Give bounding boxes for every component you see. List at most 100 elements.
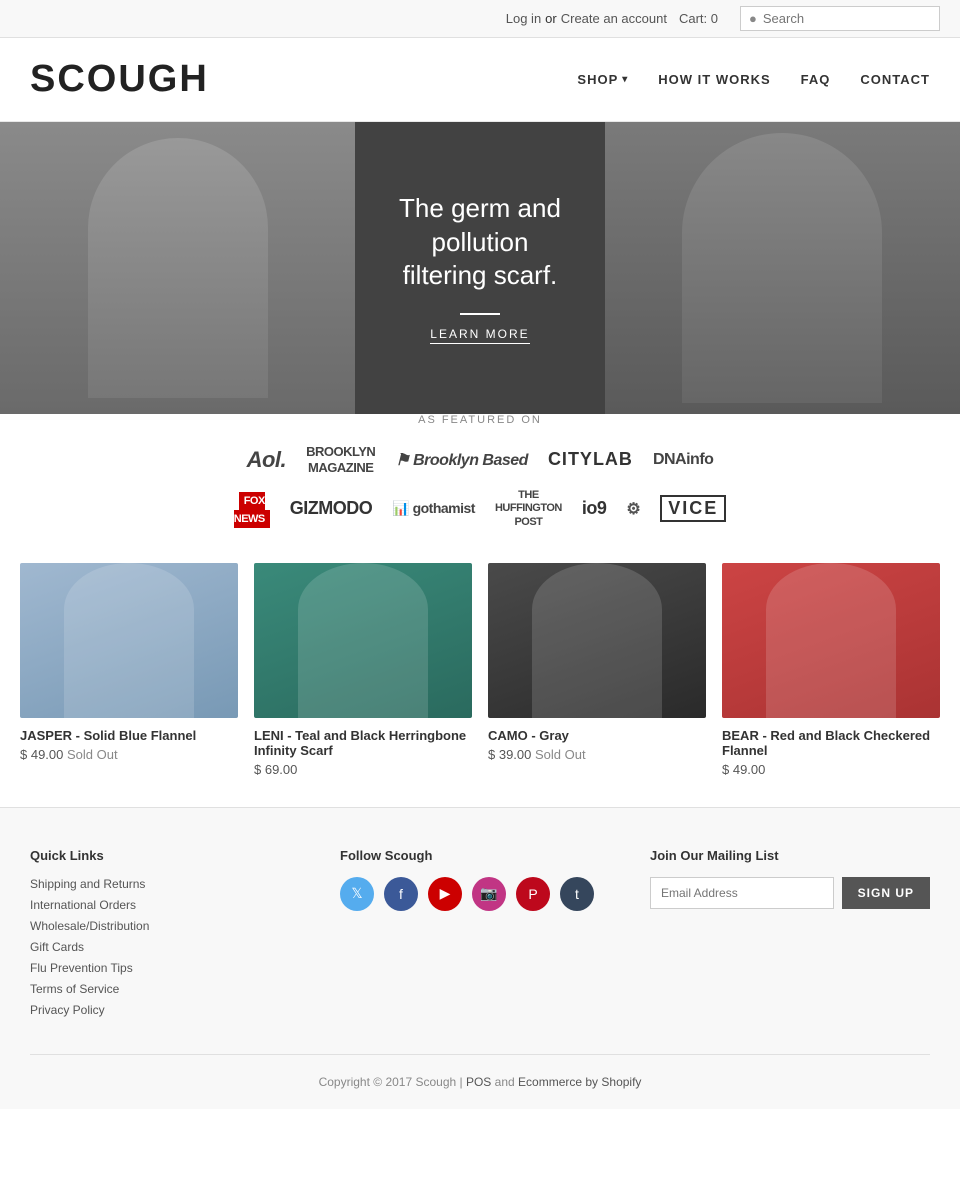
login-link[interactable]: Log in bbox=[506, 11, 541, 26]
product-image-bear bbox=[722, 563, 940, 718]
hero-panel-middle: The germ and pollution filtering scarf. … bbox=[355, 122, 605, 414]
product-soldout-jasper: Sold Out bbox=[67, 747, 118, 762]
quick-links-title: Quick Links bbox=[30, 848, 310, 863]
hero-divider bbox=[460, 313, 500, 315]
logo-dnainfo: DNAinfo bbox=[653, 451, 713, 469]
logos-row-1: Aol. BROOKLYNMAGAZINE ⚑ Brooklyn Based C… bbox=[30, 444, 930, 475]
mailing-form: SIGN UP bbox=[650, 877, 930, 909]
hero-headline-line3: filtering scarf. bbox=[403, 260, 558, 290]
product-figure bbox=[298, 563, 429, 718]
footer-link-terms[interactable]: Terms of Service bbox=[30, 982, 310, 996]
logo-citylab: CITYLAB bbox=[548, 449, 633, 470]
shopify-link[interactable]: Ecommerce by Shopify bbox=[518, 1075, 641, 1089]
follow-title: Follow Scough bbox=[340, 848, 620, 863]
product-card-leni[interactable]: LENI - Teal and Black Herringbone Infini… bbox=[254, 563, 472, 777]
hero-headline-line2: pollution bbox=[432, 227, 529, 257]
facebook-icon[interactable]: f bbox=[384, 877, 418, 911]
instagram-icon[interactable]: 📷 bbox=[472, 877, 506, 911]
footer-link-flu[interactable]: Flu Prevention Tips bbox=[30, 961, 310, 975]
youtube-icon[interactable]: ▶ bbox=[428, 877, 462, 911]
footer-columns: Quick Links Shipping and Returns Interna… bbox=[30, 848, 930, 1024]
nav-shop[interactable]: SHOP ▾ bbox=[577, 72, 628, 87]
search-icon: ● bbox=[749, 11, 757, 26]
email-input[interactable] bbox=[650, 877, 834, 909]
product-image-jasper bbox=[20, 563, 238, 718]
footer-link-privacy[interactable]: Privacy Policy bbox=[30, 1003, 310, 1017]
footer-link-gift-cards[interactable]: Gift Cards bbox=[30, 940, 310, 954]
or-text: or bbox=[545, 11, 557, 26]
product-name-leni: LENI - Teal and Black Herringbone Infini… bbox=[254, 728, 472, 758]
product-soldout-camo: Sold Out bbox=[535, 747, 586, 762]
top-bar: Log in or Create an account Cart: 0 ● bbox=[0, 0, 960, 38]
logos-row-2: FOXNEWS GIZMODO 📊 gothamist THEHUFFINGTO… bbox=[30, 489, 930, 529]
logo-brooklyn-magazine: BROOKLYNMAGAZINE bbox=[306, 444, 375, 475]
cart-label: Cart: bbox=[679, 11, 707, 26]
logo-fox-news: FOXNEWS bbox=[234, 491, 270, 527]
product-name-camo: CAMO - Gray bbox=[488, 728, 706, 743]
product-price-jasper: $ 49.00 Sold Out bbox=[20, 747, 238, 762]
hero-headline: The germ and pollution filtering scarf. bbox=[399, 192, 561, 293]
footer-link-international[interactable]: International Orders bbox=[30, 898, 310, 912]
hero-figure-right bbox=[682, 133, 882, 403]
product-card-bear[interactable]: BEAR - Red and Black Checkered Flannel $… bbox=[722, 563, 940, 777]
signup-button[interactable]: SIGN UP bbox=[842, 877, 930, 909]
nav-shop-label: SHOP bbox=[577, 72, 618, 87]
product-name-bear: BEAR - Red and Black Checkered Flannel bbox=[722, 728, 940, 758]
twitter-icon[interactable]: 𝕏 bbox=[340, 877, 374, 911]
product-price-leni: $ 69.00 bbox=[254, 762, 472, 777]
copyright-text: Copyright © 2017 Scough | bbox=[319, 1075, 463, 1089]
logo-huffington-post: THEHUFFINGTONPOST bbox=[495, 489, 562, 529]
hero-panel-right bbox=[605, 122, 960, 414]
products-section: JASPER - Solid Blue Flannel $ 49.00 Sold… bbox=[0, 553, 960, 807]
logo-gothamist: 📊 gothamist bbox=[392, 500, 475, 517]
product-card-jasper[interactable]: JASPER - Solid Blue Flannel $ 49.00 Sold… bbox=[20, 563, 238, 777]
footer-link-wholesale[interactable]: Wholesale/Distribution bbox=[30, 919, 310, 933]
and-text: and bbox=[495, 1075, 515, 1089]
product-card-camo[interactable]: CAMO - Gray $ 39.00 Sold Out bbox=[488, 563, 706, 777]
logo-aol: Aol. bbox=[247, 447, 287, 473]
main-nav: SHOP ▾ HOW IT WORKS FAQ CONTACT bbox=[577, 72, 930, 87]
footer-quick-links: Quick Links Shipping and Returns Interna… bbox=[30, 848, 310, 1024]
social-icons: 𝕏 f ▶ 📷 P t bbox=[340, 877, 620, 911]
cart-info[interactable]: Cart: 0 bbox=[679, 11, 718, 26]
hero-panel-left bbox=[0, 122, 355, 414]
products-grid: JASPER - Solid Blue Flannel $ 49.00 Sold… bbox=[20, 563, 940, 777]
copyright: Copyright © 2017 Scough | POS and Ecomme… bbox=[30, 1054, 930, 1089]
pos-link[interactable]: POS bbox=[466, 1075, 491, 1089]
nav-contact[interactable]: CONTACT bbox=[860, 72, 930, 87]
tumblr-icon[interactable]: t bbox=[560, 877, 594, 911]
product-name-jasper: JASPER - Solid Blue Flannel bbox=[20, 728, 238, 743]
product-image-leni bbox=[254, 563, 472, 718]
hero-section: The germ and pollution filtering scarf. … bbox=[0, 122, 960, 414]
logo-vice: VICE bbox=[660, 495, 726, 522]
product-figure bbox=[64, 563, 195, 718]
nav-faq[interactable]: FAQ bbox=[801, 72, 831, 87]
nav-how-it-works[interactable]: HOW IT WORKS bbox=[658, 72, 770, 87]
pinterest-icon[interactable]: P bbox=[516, 877, 550, 911]
mailing-list-title: Join Our Mailing List bbox=[650, 848, 930, 863]
hero-background: The germ and pollution filtering scarf. … bbox=[0, 122, 960, 414]
footer-link-shipping[interactable]: Shipping and Returns bbox=[30, 877, 310, 891]
footer-follow: Follow Scough 𝕏 f ▶ 📷 P t bbox=[340, 848, 620, 1024]
site-footer: Quick Links Shipping and Returns Interna… bbox=[0, 807, 960, 1109]
chevron-down-icon: ▾ bbox=[622, 74, 628, 85]
featured-section: AS FEATURED ON Aol. BROOKLYNMAGAZINE ⚑ B… bbox=[0, 414, 960, 553]
site-header: SCOUGH SHOP ▾ HOW IT WORKS FAQ CONTACT bbox=[0, 38, 960, 122]
hero-cta-button[interactable]: LEARN MORE bbox=[430, 327, 529, 344]
auth-links: Log in or Create an account bbox=[506, 11, 667, 26]
hero-headline-line1: The germ and bbox=[399, 193, 561, 223]
create-account-link[interactable]: Create an account bbox=[561, 11, 667, 26]
product-image-camo bbox=[488, 563, 706, 718]
cart-count: 0 bbox=[711, 11, 718, 26]
search-input[interactable] bbox=[763, 11, 931, 26]
site-logo[interactable]: SCOUGH bbox=[30, 58, 209, 101]
search-container: ● bbox=[740, 6, 940, 31]
product-price-bear: $ 49.00 bbox=[722, 762, 940, 777]
product-figure bbox=[766, 563, 897, 718]
logo-brooklyn-based: ⚑ Brooklyn Based bbox=[395, 450, 528, 470]
logo-io9: io9 bbox=[582, 498, 607, 519]
logo-gizmodo: GIZMODO bbox=[290, 498, 373, 519]
logo-gear: ⚙ bbox=[626, 499, 640, 519]
footer-mailing-list: Join Our Mailing List SIGN UP bbox=[650, 848, 930, 1024]
product-figure bbox=[532, 563, 663, 718]
